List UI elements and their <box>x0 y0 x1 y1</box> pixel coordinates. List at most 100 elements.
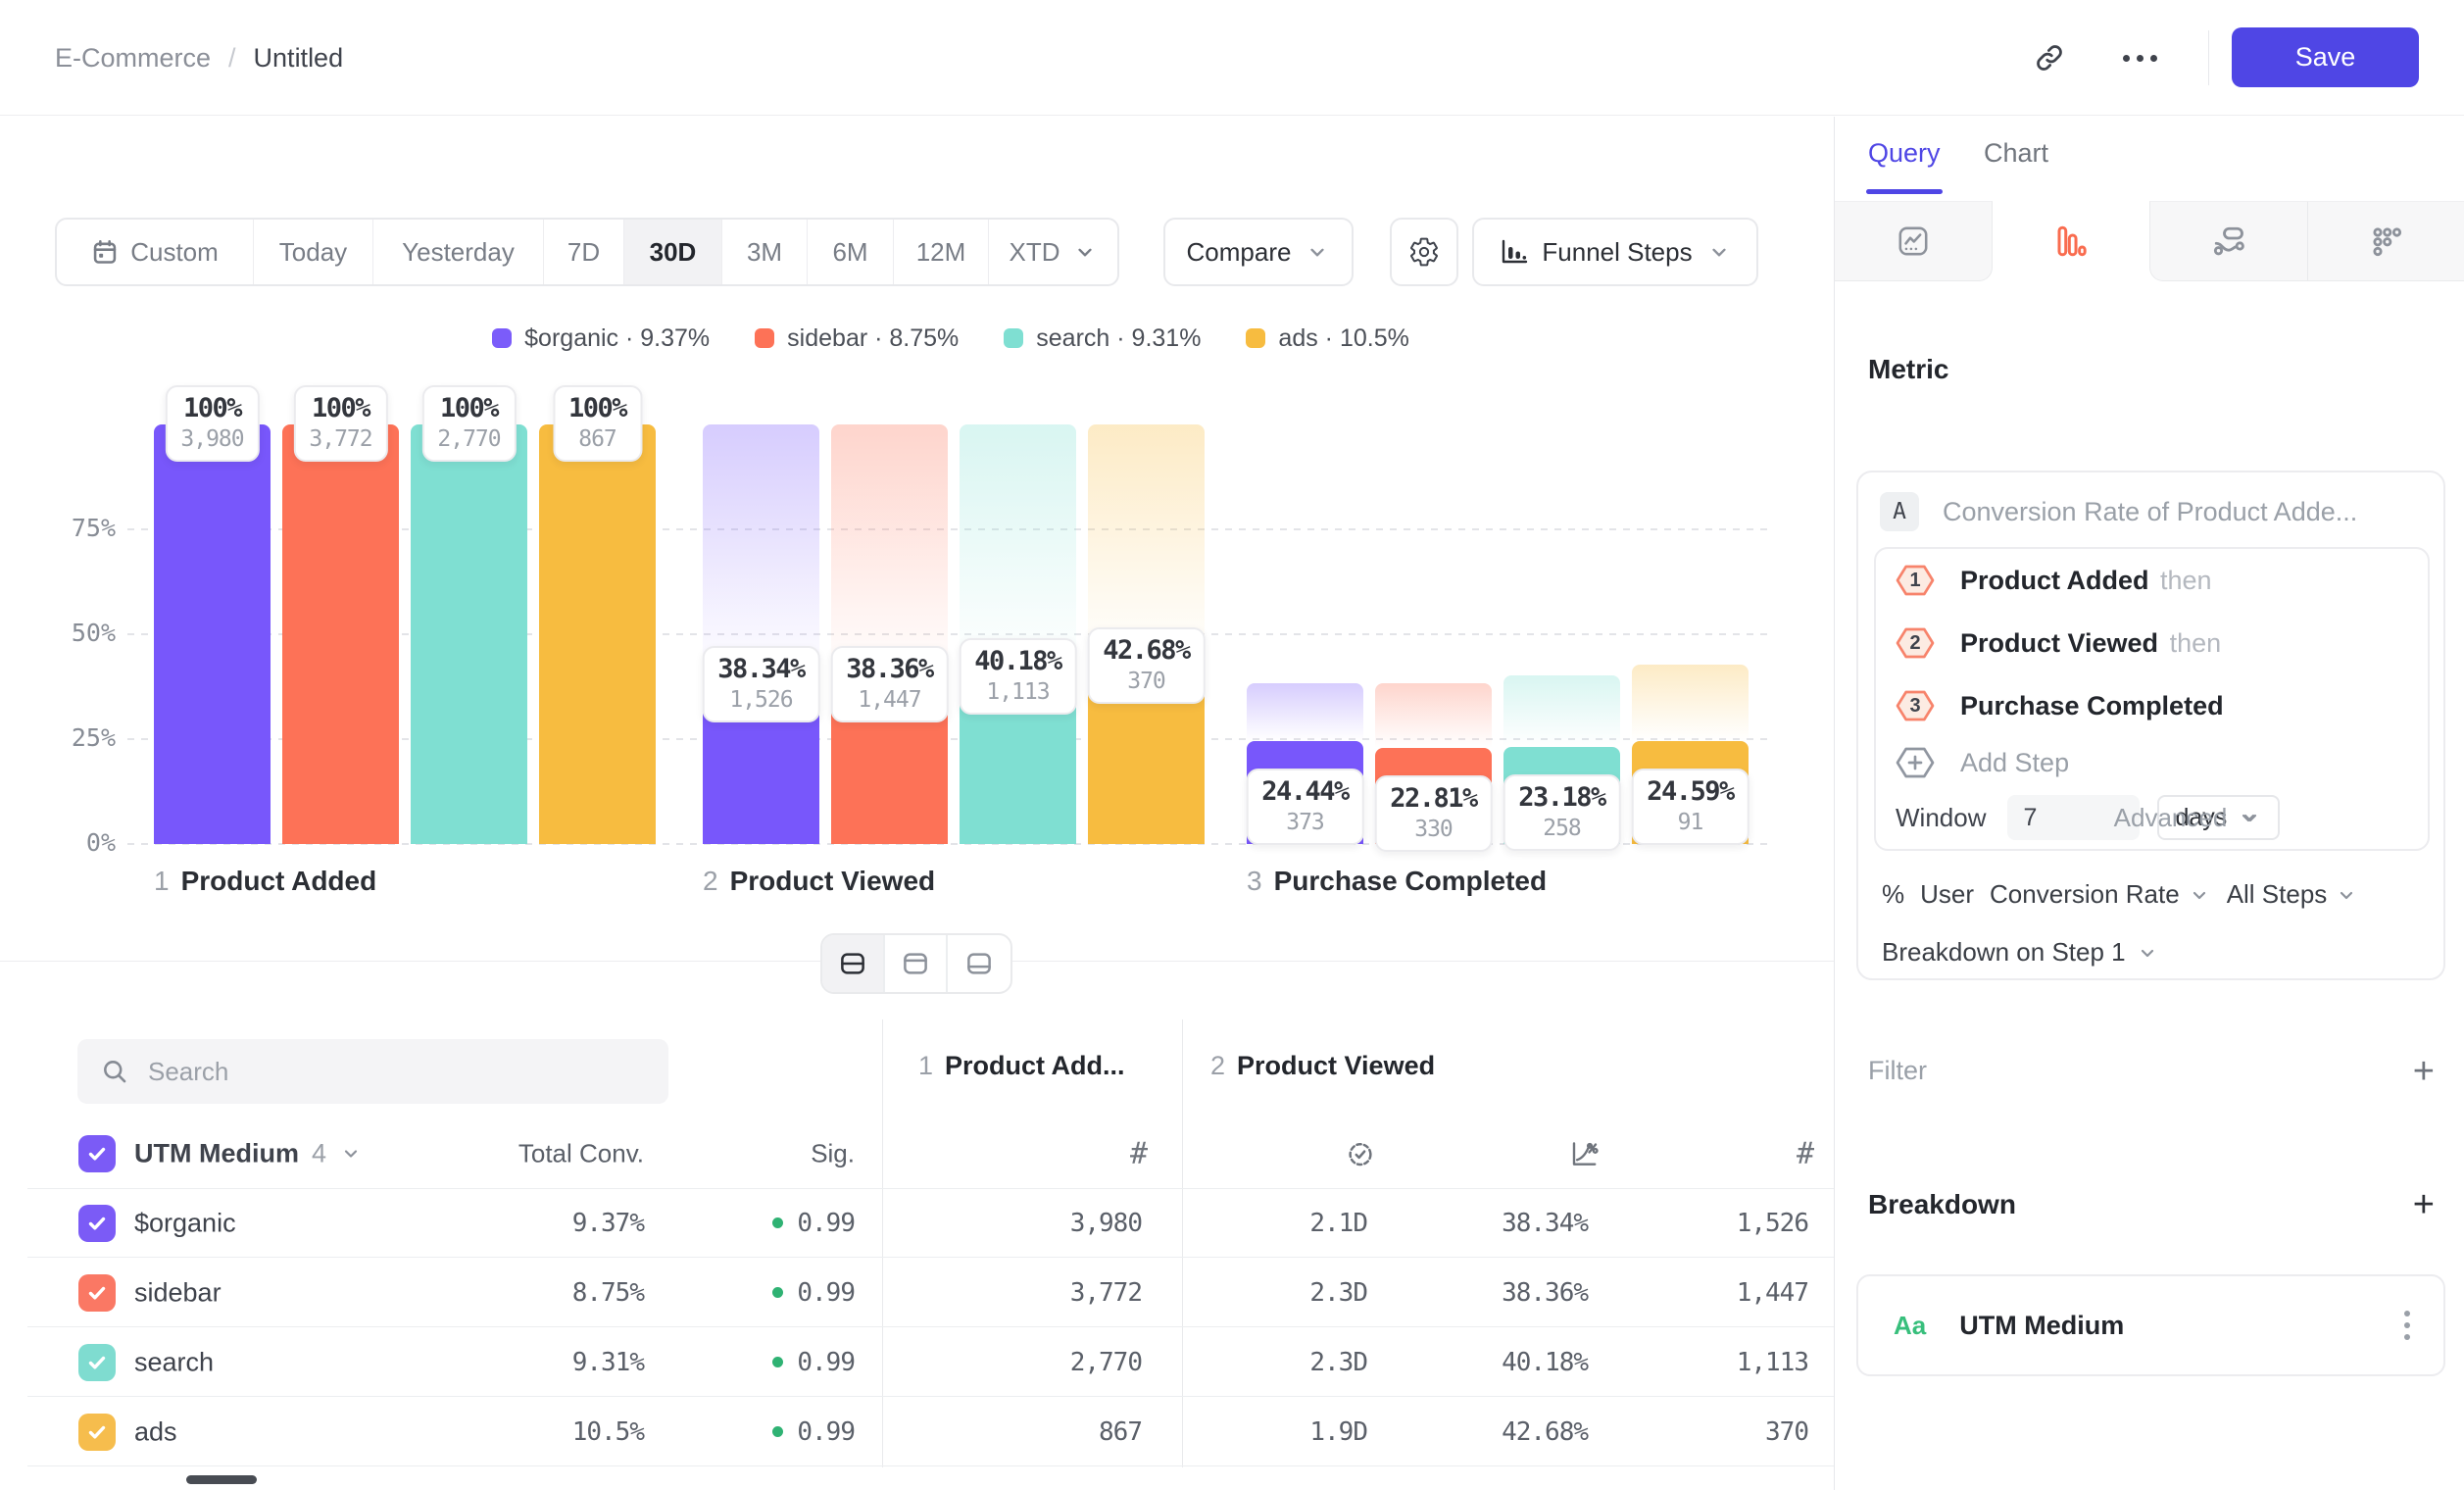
bar-value-tooltip: 23.18%258 <box>1503 774 1621 851</box>
percent-symbol[interactable]: % <box>1882 879 1904 910</box>
legend-item[interactable]: $organic · 9.37% <box>492 324 710 353</box>
kebab-menu-icon[interactable] <box>2404 1311 2410 1340</box>
bar-value-tooltip: 100%3,980 <box>165 385 259 462</box>
measure-entity[interactable]: User <box>1920 879 1974 910</box>
breadcrumb-current[interactable]: Untitled <box>254 43 344 74</box>
tab-query[interactable]: Query <box>1868 138 1941 169</box>
query-step-3[interactable]: 3Purchase Completed <box>1896 686 2224 725</box>
row-significance: 0.99 <box>772 1348 855 1377</box>
row-checkbox[interactable] <box>78 1414 116 1451</box>
table-step1-header[interactable]: 1 Product Add... <box>918 1051 1125 1081</box>
query-step-name: Purchase Completed <box>1960 691 2224 720</box>
bar-value-tooltip: 38.36%1,447 <box>830 646 949 722</box>
cohort-dots-icon <box>2369 224 2404 259</box>
query-step-2[interactable]: 2Product Viewed then <box>1896 623 2221 663</box>
table-row-organic[interactable]: $organic9.37%0.993,9802.1D38.34%1,526 <box>0 1188 1834 1258</box>
breakdown-item-name: UTM Medium <box>1959 1311 2124 1341</box>
insights-metric-tab[interactable] <box>1835 201 1993 281</box>
add-breakdown-button[interactable]: + <box>2413 1190 2435 1219</box>
add-step-hexagon-icon <box>1896 743 1935 782</box>
sig-column-header[interactable]: Sig. <box>811 1138 855 1168</box>
compare-button[interactable]: Compare <box>1163 218 1354 286</box>
layout-split-toggle[interactable] <box>822 935 885 992</box>
step-name: Product Viewed <box>1237 1051 1435 1081</box>
legend-swatch <box>1246 328 1265 348</box>
table-row-sidebar[interactable]: sidebar8.75%0.993,7722.3D38.36%1,447 <box>0 1258 1834 1327</box>
count-metric-icon[interactable]: # <box>1130 1136 1148 1170</box>
table-step2-header[interactable]: 2 Product Viewed <box>1210 1051 1435 1081</box>
breakdown-column-header[interactable]: UTM Medium 4 <box>134 1138 363 1168</box>
row-step1-count: 3,772 <box>1070 1278 1142 1308</box>
date-range-7d[interactable]: 7D <box>544 220 624 284</box>
metric-title-row[interactable]: A Conversion Rate of Product Adde... <box>1880 492 2357 531</box>
measure-steps-dropdown[interactable]: All Steps <box>2227 879 2359 910</box>
layout-table-only-toggle[interactable] <box>948 935 1010 992</box>
filter-section-heading: Filter <box>1868 1056 1927 1086</box>
legend-item[interactable]: search · 9.31% <box>1004 324 1201 353</box>
date-range-today[interactable]: Today <box>254 220 373 284</box>
chart-settings-button[interactable] <box>1390 218 1458 286</box>
funnel-bar-organic-step1[interactable] <box>154 424 271 844</box>
date-range-30d[interactable]: 30D <box>624 220 722 284</box>
time-to-convert-icon[interactable] <box>1346 1139 1375 1168</box>
measure-type-dropdown[interactable]: Conversion Rate <box>1990 879 2211 910</box>
more-options-button[interactable] <box>2115 33 2164 82</box>
funnel-bar-search-step1[interactable] <box>411 424 527 844</box>
date-range-xtd[interactable]: XTD <box>989 220 1117 284</box>
chart-type-selector[interactable]: Funnel Steps <box>1472 218 1758 286</box>
breakdown-on-step-dropdown[interactable]: Breakdown on Step 1 <box>1882 937 2159 968</box>
table-row-ads[interactable]: ads10.5%0.998671.9D42.68%370 <box>0 1397 1834 1466</box>
cohort-metric-tab[interactable] <box>2307 201 2464 281</box>
add-filter-button[interactable]: + <box>2413 1057 2435 1086</box>
measure-type-label: Conversion Rate <box>1990 879 2180 910</box>
row-step2-count: 370 <box>1765 1417 1808 1447</box>
funnel-bar-ads-step1[interactable] <box>539 424 656 844</box>
share-link-button[interactable] <box>2025 33 2074 82</box>
bar-pct-label: 42.68% <box>1103 634 1190 668</box>
tab-chart[interactable]: Chart <box>1984 138 2048 169</box>
row-checkbox[interactable] <box>78 1274 116 1312</box>
retention-metric-tab[interactable] <box>2149 201 2307 281</box>
row-checkbox[interactable] <box>78 1205 116 1242</box>
date-range-label: 12M <box>916 237 966 268</box>
breakdown-item[interactable]: Aa UTM Medium <box>1856 1274 2445 1376</box>
breakdown-section-row: Breakdown + <box>1868 1189 2435 1220</box>
horizontal-scrollbar-thumb[interactable] <box>186 1475 257 1484</box>
total-conv-column-header[interactable]: Total Conv. <box>518 1138 644 1168</box>
row-step2-time: 2.1D <box>1309 1209 1367 1238</box>
count-metric-icon[interactable]: # <box>1797 1136 1814 1170</box>
date-range-yesterday[interactable]: Yesterday <box>373 220 544 284</box>
date-range-3m[interactable]: 3M <box>722 220 808 284</box>
query-step-1[interactable]: 1Product Added then <box>1896 561 2212 600</box>
date-range-6m[interactable]: 6M <box>808 220 894 284</box>
row-total-conversion: 9.31% <box>572 1348 644 1377</box>
bar-pct-label: 40.18% <box>974 645 1061 678</box>
date-range-custom[interactable]: Custom <box>57 220 254 284</box>
conversion-rate-icon[interactable] <box>1569 1139 1599 1168</box>
table-header-row: UTM Medium 4 Total Conv. Sig. # # <box>0 1118 1834 1188</box>
measurement-row: % User Conversion Rate All Steps <box>1882 879 2358 910</box>
retention-icon <box>2211 224 2246 259</box>
date-range-label: XTD <box>1010 237 1060 268</box>
split-view-icon <box>838 949 867 978</box>
layout-chart-only-toggle[interactable] <box>885 935 948 992</box>
row-total-conversion: 9.37% <box>572 1209 644 1238</box>
table-row-search[interactable]: search9.31%0.992,7702.3D40.18%1,113 <box>0 1327 1834 1397</box>
add-step-button[interactable]: Add Step <box>1896 743 2069 782</box>
row-step1-count: 3,980 <box>1070 1209 1142 1238</box>
funnel-metric-tab[interactable] <box>1993 201 2149 281</box>
row-step2-time: 1.9D <box>1309 1417 1367 1447</box>
breadcrumb-parent[interactable]: E-Commerce <box>55 43 211 74</box>
bar-count-label: 1,113 <box>974 678 1061 706</box>
date-range-12m[interactable]: 12M <box>894 220 989 284</box>
save-button[interactable]: Save <box>2232 27 2419 87</box>
funnel-ghost-bar <box>1503 675 1620 747</box>
search-input[interactable] <box>148 1057 618 1087</box>
legend-item[interactable]: ads · 10.5% <box>1246 324 1408 353</box>
row-checkbox[interactable] <box>78 1344 116 1381</box>
advanced-toggle[interactable]: Advanced <box>2114 803 2261 833</box>
select-all-checkbox[interactable] <box>78 1135 116 1172</box>
legend-item[interactable]: sidebar · 8.75% <box>755 324 959 353</box>
gear-icon <box>1408 236 1440 268</box>
funnel-bar-sidebar-step1[interactable] <box>282 424 399 844</box>
